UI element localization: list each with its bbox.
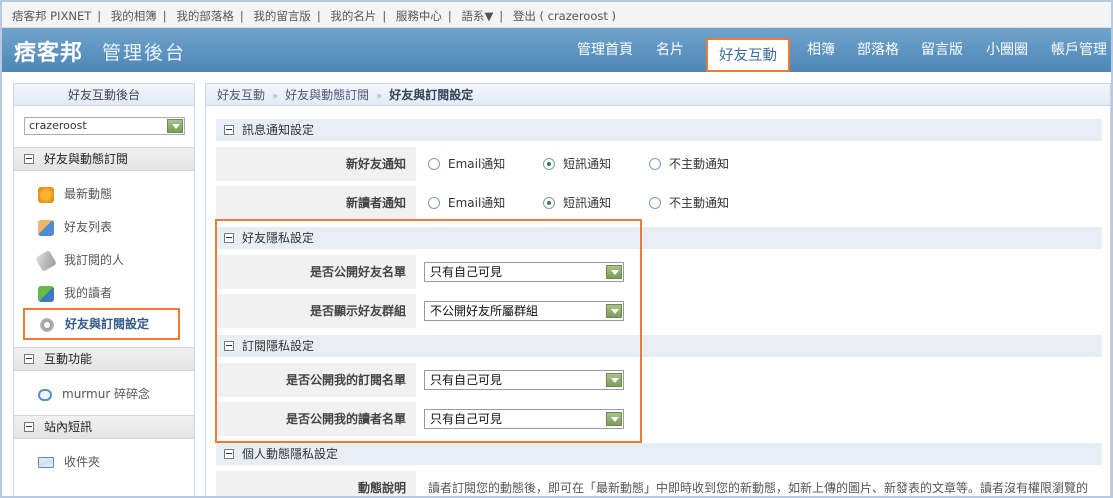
- sidebar-item-latest-activity[interactable]: 最新動態: [38, 184, 112, 204]
- breadcrumb: 好友互動» 好友與動態訂閱» 好友與訂閱設定: [206, 84, 1110, 106]
- row-label: 新讀者通知: [216, 186, 416, 220]
- radio-label: 不主動通知: [668, 157, 729, 171]
- radio-email[interactable]: Email通知: [428, 186, 505, 220]
- activity-description-row: 動態說明 讀者訂閱您的動態後，即可在「最新動態」中即時收到您的新動態，如新上傳的…: [216, 471, 1102, 496]
- nav-account[interactable]: 帳戶管理: [1051, 39, 1107, 59]
- nav-blog[interactable]: 部落格: [857, 39, 899, 59]
- my-card-link[interactable]: 我的名片: [330, 9, 376, 23]
- radio-label: 短訊通知: [563, 196, 612, 210]
- account-select-value: crazeroost: [29, 119, 87, 132]
- radio-checked-icon[interactable]: [543, 158, 556, 170]
- radio-label: 不主動通知: [668, 196, 729, 210]
- sidebar-item-friend-list[interactable]: 好友列表: [38, 217, 112, 237]
- sidebar-item-label: 最新動態: [64, 187, 113, 201]
- section-notify[interactable]: 訊息通知設定: [216, 119, 1102, 141]
- sidebar-item-murmur[interactable]: murmur 碎碎念: [38, 384, 150, 404]
- pixnet-link[interactable]: 痞客邦 PIXNET: [12, 9, 91, 23]
- nav-album[interactable]: 相簿: [807, 39, 835, 59]
- gear-icon: [39, 316, 55, 333]
- radio-circle-icon[interactable]: [428, 197, 440, 209]
- account-select[interactable]: crazeroost: [24, 117, 185, 135]
- breadcrumb-item[interactable]: 好友互動: [217, 88, 265, 102]
- friends-icon: [38, 219, 54, 236]
- section-title: 個人動態隱私設定: [242, 447, 339, 461]
- sidebar-item-label: 好友列表: [64, 220, 113, 234]
- my-guestbook-link[interactable]: 我的留言版: [253, 9, 311, 23]
- sidebar-section-label: 站內短訊: [44, 420, 93, 434]
- new-friend-notify-row: 新好友通知 Email通知 短訊通知 不主動通知: [216, 147, 1102, 181]
- readers-icon: [38, 285, 54, 302]
- header: 痞客邦 管理後台 管理首頁 名片 好友互動 相簿 部落格 留言版 小圈圈 帳戶管…: [2, 28, 1111, 72]
- nav-circle[interactable]: 小圈圈: [986, 39, 1028, 59]
- sidebar-item-label: 收件夾: [64, 455, 101, 469]
- row-label: 動態說明: [216, 471, 416, 496]
- radio-none[interactable]: 不主動通知: [648, 147, 729, 181]
- sidebar-item-readers[interactable]: 我的讀者: [38, 283, 112, 303]
- logout-link[interactable]: 登出: [513, 9, 536, 23]
- tag-icon: [35, 249, 57, 272]
- nav-friend-interaction[interactable]: 好友互動: [706, 38, 790, 72]
- page-frame: 痞客邦 PIXNET | 我的相簿 | 我的部落格 | 我的留言版 | 我的名片 | 服務…: [0, 0, 1113, 498]
- radio-checked-icon[interactable]: [543, 197, 556, 209]
- radio-circle-icon[interactable]: [648, 197, 661, 209]
- radio-circle-icon[interactable]: [428, 158, 440, 170]
- pixnet-logo[interactable]: 痞客邦: [14, 35, 83, 67]
- radio-label: Email通知: [448, 157, 506, 171]
- nav-guestbook[interactable]: 留言版: [921, 39, 963, 59]
- radio-email[interactable]: Email通知: [428, 147, 505, 181]
- row-label: 新好友通知: [216, 147, 416, 181]
- breadcrumb-current: 好友與訂閱設定: [389, 88, 474, 102]
- service-center-link[interactable]: 服務中心: [396, 9, 442, 23]
- collapse-icon[interactable]: [224, 449, 234, 459]
- collapse-icon[interactable]: [24, 422, 34, 432]
- radio-sms[interactable]: 短訊通知: [543, 147, 611, 181]
- my-album-link[interactable]: 我的相簿: [111, 9, 157, 23]
- activity-description-text: 讀者訂閱您的動態後，即可在「最新動態」中即時收到您的新動態，如新上傳的圖片、新發…: [428, 481, 1089, 495]
- sidebar-item-label: 我的讀者: [64, 286, 113, 300]
- username-label: ( crazeroost ): [539, 9, 617, 23]
- language-menu[interactable]: 語系▼: [461, 9, 493, 23]
- my-blog-link[interactable]: 我的部落格: [176, 9, 234, 23]
- sidebar-item-following[interactable]: 我訂閱的人: [35, 249, 125, 272]
- sidebar-section-label: 好友與動態訂閱: [44, 152, 129, 166]
- speech-bubble-icon: [38, 388, 52, 401]
- sidebar-title: 好友互動後台: [14, 84, 194, 106]
- sidebar: 好友互動後台 crazeroost 好友與動態訂閱 最新動態 好友列表 我訂閱的…: [13, 83, 195, 496]
- chevron-down-icon[interactable]: [167, 119, 183, 133]
- sidebar-item-subscription-settings[interactable]: 好友與訂閱設定: [23, 308, 180, 340]
- collapse-icon[interactable]: [224, 125, 234, 135]
- nav-card[interactable]: 名片: [656, 39, 684, 59]
- section-activity-privacy[interactable]: 個人動態隱私設定: [216, 443, 1102, 465]
- envelope-icon: [38, 457, 54, 468]
- radio-sms[interactable]: 短訊通知: [543, 186, 611, 220]
- radio-none[interactable]: 不主動通知: [648, 186, 729, 220]
- privacy-highlight-box: [215, 219, 642, 443]
- breadcrumb-item[interactable]: 好友與動態訂閱: [285, 88, 369, 102]
- admin-title: 管理後台: [102, 42, 187, 64]
- nav-admin-home[interactable]: 管理首頁: [577, 39, 633, 59]
- sidebar-section-subscriptions[interactable]: 好友與動態訂閱: [14, 147, 194, 171]
- collapse-icon[interactable]: [24, 154, 34, 164]
- sidebar-item-label: murmur 碎碎念: [62, 387, 151, 401]
- radio-label: 短訊通知: [563, 157, 612, 171]
- collapse-icon[interactable]: [24, 354, 34, 364]
- radio-circle-icon[interactable]: [648, 158, 661, 170]
- section-title: 訊息通知設定: [242, 123, 315, 137]
- sidebar-item-inbox[interactable]: 收件夾: [38, 452, 100, 472]
- sidebar-item-label: 我訂閱的人: [64, 253, 125, 267]
- radio-label: Email通知: [448, 196, 506, 210]
- new-reader-notify-row: 新讀者通知 Email通知 短訊通知 不主動通知: [216, 186, 1102, 220]
- star-icon: [38, 186, 54, 203]
- sidebar-section-label: 互動功能: [44, 352, 93, 366]
- top-links-bar: 痞客邦 PIXNET | 我的相簿 | 我的部落格 | 我的留言版 | 我的名片 | 服務…: [2, 2, 1111, 28]
- sidebar-item-label: 好友與訂閱設定: [65, 317, 150, 331]
- sidebar-section-messages[interactable]: 站內短訊: [14, 415, 194, 439]
- sidebar-section-interaction[interactable]: 互動功能: [14, 347, 194, 371]
